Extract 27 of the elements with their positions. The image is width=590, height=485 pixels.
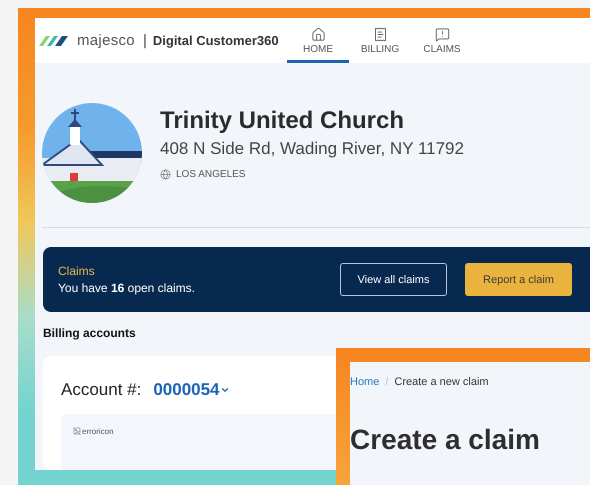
home-icon [310,26,326,42]
chevron-down-icon [220,385,230,395]
logo-icon [37,34,71,48]
alert-bubble-icon [434,26,450,42]
breadcrumb-link[interactable]: Home [350,376,380,388]
claims-message: You have 16 open claims. [58,281,196,295]
breadcrumb-current: Create a new claim [394,376,489,388]
product-name: Digital Customer360 [152,33,279,48]
nav-tab[interactable]: BILLING [349,18,411,63]
location-text: LOS ANGELES [176,168,246,180]
nav-tab[interactable]: HOME [287,18,349,63]
globe-icon [160,168,171,180]
account-label: Account #: [61,380,142,400]
brand-separator: | [142,32,147,49]
brand-name: majesco [77,32,135,49]
view-claims-button[interactable]: View all claims [340,263,447,296]
customer-address: 408 N Side Rd, Wading River, NY 11792 [160,138,464,158]
page-heading: Create a claim [350,424,541,456]
account-dropdown[interactable]: 0000054 [153,380,230,400]
billing-heading: Billing accounts [43,326,137,340]
nav-tab[interactable]: CLAIMS [411,18,473,63]
claims-title: Claims [58,264,96,278]
report-claim-button[interactable]: Report a claim [465,263,572,296]
breadcrumb-separator: / [385,376,388,388]
receipt-icon [372,26,388,42]
broken-image: erroricon [73,426,114,436]
customer-name: Trinity United Church [160,106,406,134]
